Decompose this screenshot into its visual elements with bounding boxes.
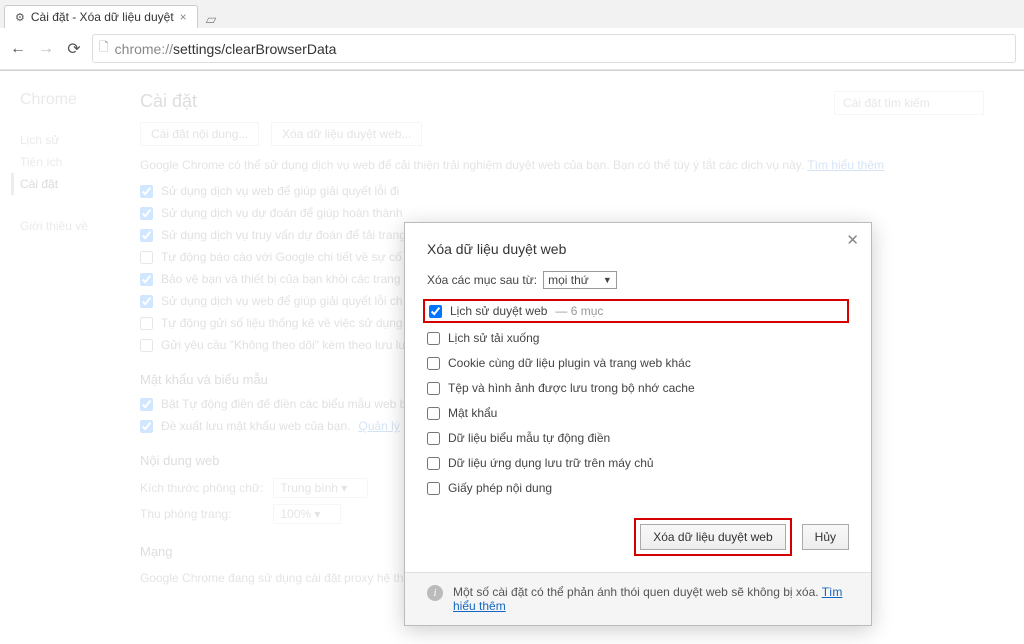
clear-option-checkbox-1[interactable] (427, 332, 440, 345)
clear-option-label: Lịch sử duyệt web (450, 304, 547, 318)
content-settings-button[interactable]: Cài đặt nội dung... (140, 122, 259, 146)
time-range-row: Xóa các mục sau từ: mọi thứ▼ (427, 271, 849, 289)
new-tab-button[interactable]: ▱ (198, 11, 225, 28)
clear-option-label: Tệp và hình ảnh được lưu trong bộ nhớ ca… (448, 381, 695, 395)
clear-option-checkbox-6[interactable] (427, 457, 440, 470)
clear-data-button[interactable]: Xóa dữ liệu duyệt web (640, 524, 785, 550)
dialog-footer: i Một số cài đặt có thể phản ánh thói qu… (405, 572, 871, 625)
footer-text: Một số cài đặt có thể phản ánh thói quen… (453, 585, 819, 599)
privacy-check-1[interactable]: Sử dụng dịch vụ dự đoán để giúp hoàn thà… (140, 206, 984, 220)
sidebar-item-extensions[interactable]: Tiện ích (20, 151, 120, 173)
back-button[interactable]: ← (8, 39, 28, 59)
learn-more-link[interactable]: Tìm hiểu thêm (807, 158, 884, 172)
clear-option-0[interactable]: Lịch sử duyệt web — 6 mục (423, 299, 849, 323)
clear-option-6[interactable]: Dữ liệu ứng dụng lưu trữ trên máy chủ (427, 453, 849, 473)
manage-link[interactable]: Quản lý (358, 419, 399, 433)
gear-icon: ⚙ (15, 11, 25, 24)
clear-option-checkbox-0[interactable] (429, 305, 442, 318)
forward-button: → (36, 39, 56, 59)
clear-option-label: Dữ liệu ứng dụng lưu trữ trên máy chủ (448, 456, 654, 470)
clear-option-checkbox-5[interactable] (427, 432, 440, 445)
tab-title: Cài đặt - Xóa dữ liệu duyệt (31, 10, 174, 24)
clear-option-label: Dữ liệu biểu mẫu tự động điền (448, 431, 610, 445)
clear-option-label: Cookie cùng dữ liệu plugin và trang web … (448, 356, 691, 370)
time-range-label: Xóa các mục sau từ: (427, 273, 537, 287)
clear-option-7[interactable]: Giấy phép nội dung (427, 478, 849, 498)
privacy-check-0[interactable]: Sử dụng dịch vụ web để giúp giải quyết l… (140, 184, 984, 198)
clear-option-2[interactable]: Cookie cùng dữ liệu plugin và trang web … (427, 353, 849, 373)
page-icon: 🗋 (99, 38, 109, 59)
font-size-select[interactable]: Trung bình ▾ (273, 478, 368, 498)
clear-option-checkbox-7[interactable] (427, 482, 440, 495)
toolbar: ← → ⟳ 🗋 chrome://settings/clearBrowserDa… (0, 28, 1024, 70)
reload-button[interactable]: ⟳ (64, 39, 84, 59)
dialog-close-button[interactable]: ✕ (846, 231, 859, 249)
close-tab-icon[interactable]: × (180, 10, 187, 24)
clear-browsing-data-dialog: ✕ Xóa dữ liệu duyệt web Xóa các mục sau … (404, 222, 872, 626)
sidebar: Chrome Lịch sử Tiện ích Cài đặt Giới thi… (20, 81, 120, 644)
search-input[interactable] (834, 91, 984, 115)
sidebar-item-about[interactable]: Giới thiệu về (20, 215, 120, 237)
sidebar-item-history[interactable]: Lịch sử (20, 129, 120, 151)
clear-option-checkbox-3[interactable] (427, 382, 440, 395)
clear-option-3[interactable]: Tệp và hình ảnh được lưu trong bộ nhớ ca… (427, 378, 849, 398)
clear-option-label: Giấy phép nội dung (448, 481, 552, 495)
info-icon: i (427, 585, 443, 601)
chevron-down-icon: ▼ (603, 275, 612, 285)
clear-option-label: Lịch sử tải xuống (448, 331, 539, 345)
address-bar[interactable]: 🗋 chrome://settings/clearBrowserData (92, 34, 1016, 63)
clear-data-button-outer[interactable]: Xóa dữ liệu duyệt web... (271, 122, 422, 146)
time-range-select[interactable]: mọi thứ▼ (543, 271, 617, 289)
clear-option-1[interactable]: Lịch sử tải xuống (427, 328, 849, 348)
url-text: chrome://settings/clearBrowserData (115, 41, 337, 57)
clear-option-checkbox-4[interactable] (427, 407, 440, 420)
tab-bar: ⚙ Cài đặt - Xóa dữ liệu duyệt × ▱ (0, 0, 1024, 28)
zoom-select[interactable]: 100% ▾ (273, 504, 341, 524)
highlight-box: Xóa dữ liệu duyệt web (634, 518, 791, 556)
brand-title: Chrome (20, 91, 120, 109)
clear-option-checkbox-2[interactable] (427, 357, 440, 370)
clear-option-4[interactable]: Mật khẩu (427, 403, 849, 423)
clear-option-5[interactable]: Dữ liệu biểu mẫu tự động điền (427, 428, 849, 448)
privacy-desc: Google Chrome có thể sử dụng dịch vụ web… (140, 156, 984, 174)
dialog-title: Xóa dữ liệu duyệt web (427, 241, 849, 257)
clear-option-count: — 6 mục (555, 304, 603, 318)
sidebar-item-settings[interactable]: Cài đặt (11, 173, 120, 195)
clear-option-label: Mật khẩu (448, 406, 497, 420)
cancel-button[interactable]: Hủy (802, 524, 849, 550)
browser-tab[interactable]: ⚙ Cài đặt - Xóa dữ liệu duyệt × (4, 5, 198, 28)
